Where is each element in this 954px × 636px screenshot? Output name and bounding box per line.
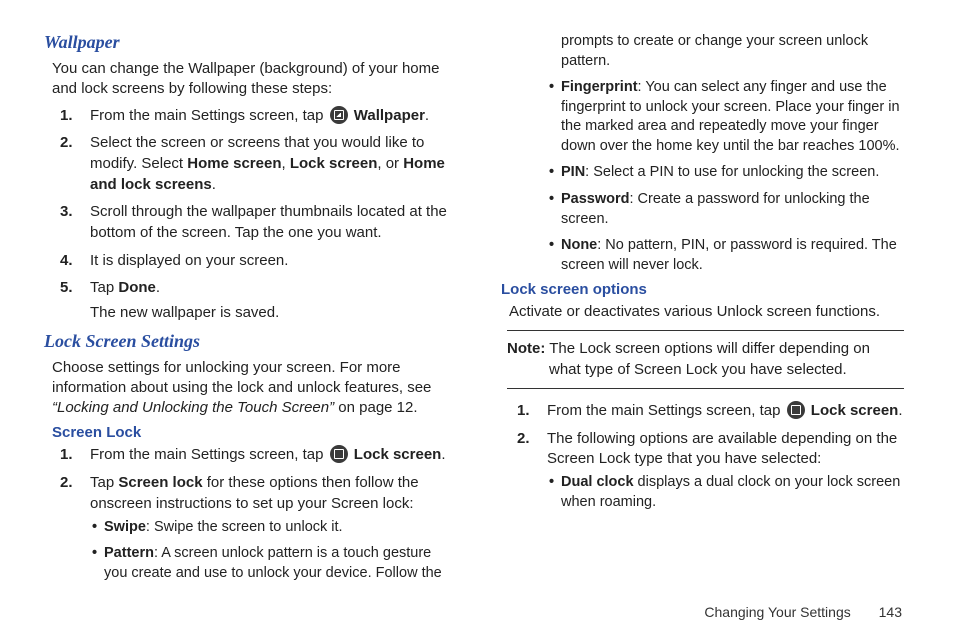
step-text: Tap Done.: [90, 279, 160, 296]
step: 4. It is displayed on your screen.: [90, 251, 453, 272]
step: 5. Tap Done. The new wallpaper is saved.: [90, 278, 453, 323]
step-number: 4.: [60, 251, 73, 272]
step-number: 2.: [60, 133, 73, 154]
lockscreen-intro: Choose settings for unlocking your scree…: [52, 358, 453, 419]
list-item: Dual clock displays a dual clock on your…: [561, 473, 910, 512]
step: 1. From the main Settings screen, tap Lo…: [90, 445, 453, 466]
wallpaper-steps: 1. From the main Settings screen, tap Wa…: [44, 106, 453, 324]
wallpaper-icon: [330, 106, 348, 124]
list-item: PIN: Select a PIN to use for unlocking t…: [561, 163, 910, 183]
lso-sub-options: Dual clock displays a dual clock on your…: [547, 473, 910, 512]
heading-screen-lock: Screen Lock: [52, 424, 453, 441]
step-text: It is displayed on your screen.: [90, 252, 288, 269]
list-item: Password: Create a password for unlockin…: [561, 190, 910, 229]
step-number: 1.: [60, 106, 73, 127]
step-number: 5.: [60, 278, 73, 299]
heading-lockscreen: Lock Screen Settings: [44, 331, 453, 352]
step-text: From the main Settings screen, tap Lock …: [90, 446, 446, 463]
heading-wallpaper: Wallpaper: [44, 32, 453, 53]
step-number: 3.: [60, 202, 73, 223]
page-number: 143: [879, 604, 902, 620]
step-number: 2.: [60, 473, 73, 494]
lockscreen-icon: [330, 445, 348, 463]
note-box: Note: The Lock screen options will diffe…: [507, 330, 904, 389]
step: 1. From the main Settings screen, tap Lo…: [547, 401, 910, 422]
lockscreen-icon: [787, 401, 805, 419]
step-number: 2.: [517, 429, 530, 450]
page-columns: Wallpaper You can change the Wallpaper (…: [44, 32, 910, 587]
list-item: None: No pattern, PIN, or password is re…: [561, 236, 910, 275]
step-text: From the main Settings screen, tap Wallp…: [90, 107, 429, 124]
step-subtext: The new wallpaper is saved.: [90, 303, 453, 324]
step-text: Select the screen or screens that you wo…: [90, 134, 445, 192]
step: 1. From the main Settings screen, tap Wa…: [90, 106, 453, 127]
list-item: Swipe: Swipe the screen to unlock it.: [104, 518, 453, 538]
heading-lock-screen-options: Lock screen options: [501, 281, 910, 298]
list-item: Fingerprint: You can select any finger a…: [561, 78, 910, 156]
step-number: 1.: [60, 445, 73, 466]
step-text: From the main Settings screen, tap Lock …: [547, 402, 903, 419]
wallpaper-intro: You can change the Wallpaper (background…: [52, 59, 453, 100]
step-number: 1.: [517, 401, 530, 422]
step: 3. Scroll through the wallpaper thumbnai…: [90, 202, 453, 243]
page-footer: Changing Your Settings 143: [704, 604, 902, 620]
step-text: The following options are available depe…: [547, 430, 897, 468]
chapter-name: Changing Your Settings: [704, 604, 850, 620]
lso-steps: 1. From the main Settings screen, tap Lo…: [501, 401, 910, 512]
lso-intro: Activate or deactivates various Unlock s…: [509, 302, 910, 322]
step: 2. The following options are available d…: [547, 429, 910, 513]
note-text: Note: The Lock screen options will diffe…: [507, 339, 904, 380]
step-text: Scroll through the wallpaper thumbnails …: [90, 203, 447, 241]
step: 2. Select the screen or screens that you…: [90, 133, 453, 195]
step-text: Tap Screen lock for these options then f…: [90, 474, 419, 512]
